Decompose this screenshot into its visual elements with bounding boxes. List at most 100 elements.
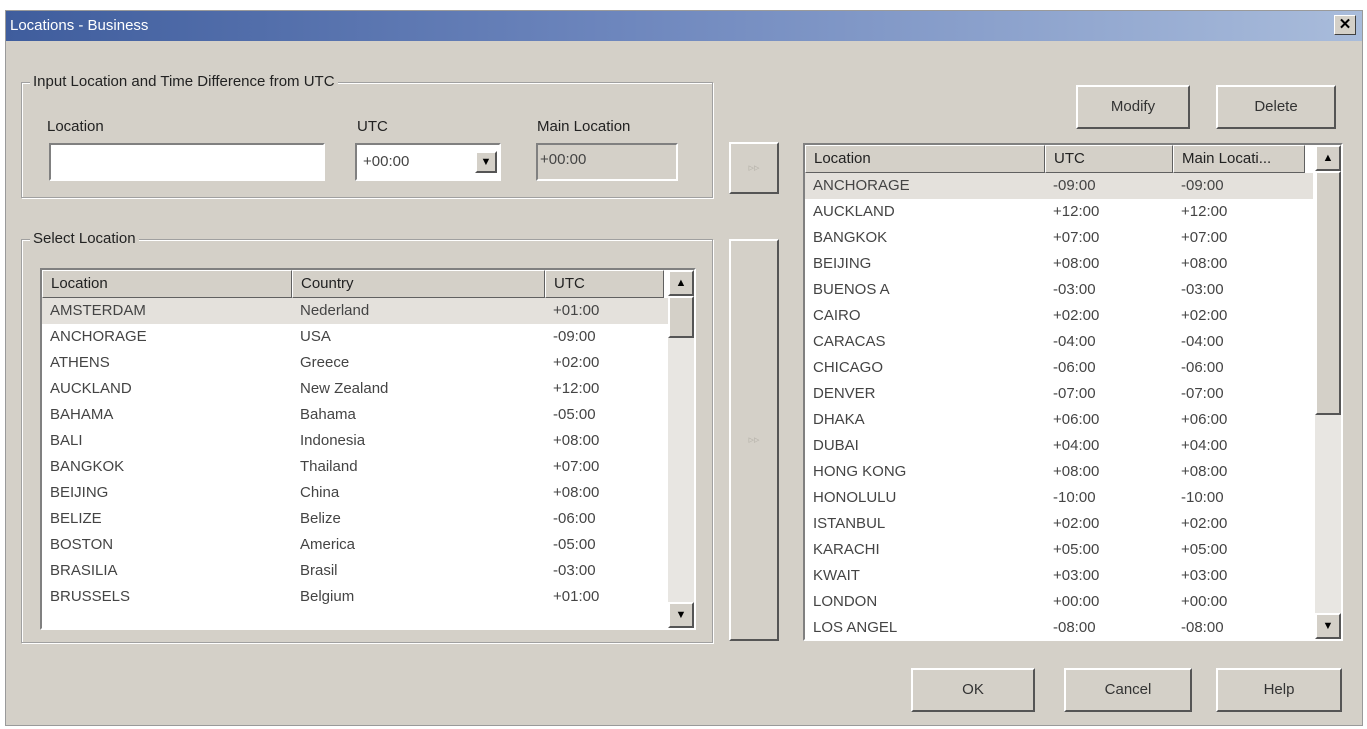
list-item[interactable]: BRASILIA Brasil -03:00	[42, 558, 669, 584]
cell-country: China	[300, 484, 340, 501]
list-item[interactable]: BEIJING +08:00 +08:00	[805, 251, 1313, 277]
list-item[interactable]: KARACHI +05:00 +05:00	[805, 537, 1313, 563]
ok-button[interactable]: OK	[911, 668, 1035, 712]
column-header-location[interactable]: Location	[42, 270, 292, 298]
column-header-utc[interactable]: UTC	[545, 270, 664, 298]
cell-location: ISTANBUL	[813, 515, 886, 532]
list-item[interactable]: BUENOS A -03:00 -03:00	[805, 277, 1313, 303]
cell-location: KARACHI	[813, 541, 880, 558]
cancel-button[interactable]: Cancel	[1064, 668, 1192, 712]
cell-main: +00:00	[1181, 593, 1228, 610]
list-item[interactable]: ANCHORAGE -09:00 -09:00	[805, 173, 1313, 199]
list-item[interactable]: DENVER -07:00 -07:00	[805, 381, 1313, 407]
list-item[interactable]: BOSTON America -05:00	[42, 532, 669, 558]
arrow-up-icon[interactable]: ▲	[1315, 145, 1341, 171]
cell-main: +07:00	[1181, 229, 1228, 246]
chevron-down-icon[interactable]: ▼	[475, 151, 497, 173]
cell-country: Nederland	[300, 302, 370, 319]
list-item[interactable]: HONOLULU -10:00 -10:00	[805, 485, 1313, 511]
business-list-scrollbar[interactable]: ▲ ▼	[1315, 145, 1341, 639]
cell-location: LOS ANGEL	[813, 619, 898, 636]
list-item[interactable]: CARACAS -04:00 -04:00	[805, 329, 1313, 355]
cell-location: BEIJING	[50, 484, 109, 501]
cell-location: AMSTERDAM	[50, 302, 146, 319]
add-selected-button[interactable]: ▹▹	[729, 239, 779, 641]
cell-utc: -03:00	[1053, 281, 1096, 298]
select-list-scrollbar[interactable]: ▲ ▼	[668, 270, 694, 628]
cell-location: KWAIT	[813, 567, 860, 584]
cell-main: +02:00	[1181, 307, 1228, 324]
cell-country: USA	[300, 328, 331, 345]
arrow-up-icon[interactable]: ▲	[668, 270, 694, 296]
list-item[interactable]: CAIRO +02:00 +02:00	[805, 303, 1313, 329]
cell-utc: +00:00	[1053, 593, 1100, 610]
cell-utc: +04:00	[1053, 437, 1100, 454]
business-locations-list[interactable]: Location UTC Main Locati... ANCHORAGE -09…	[803, 143, 1343, 641]
select-location-group: Select Location Location Country UTC AMS…	[21, 230, 713, 643]
cell-location: LONDON	[813, 593, 878, 610]
column-header-country[interactable]: Country	[292, 270, 545, 298]
title-bar[interactable]: Locations - Business ✕	[6, 11, 1362, 41]
cell-utc: +12:00	[553, 380, 600, 397]
cell-location: BEIJING	[813, 255, 872, 272]
cell-country: New Zealand	[300, 380, 389, 397]
list-item[interactable]: KWAIT +03:00 +03:00	[805, 563, 1313, 589]
list-item[interactable]: BANGKOK +07:00 +07:00	[805, 225, 1313, 251]
cell-utc: -09:00	[1053, 177, 1096, 194]
cell-utc: +12:00	[1053, 203, 1100, 220]
list-item[interactable]: HONG KONG +08:00 +08:00	[805, 459, 1313, 485]
main-location-field: +00:00	[536, 143, 678, 181]
delete-button[interactable]: Delete	[1216, 85, 1336, 129]
select-location-list[interactable]: Location Country UTC AMSTERDAM Nederland +…	[40, 268, 696, 630]
main-location-label: Main Location	[537, 118, 631, 135]
modify-button[interactable]: Modify	[1076, 85, 1190, 129]
cell-main: +08:00	[1181, 463, 1228, 480]
list-item[interactable]: BRUSSELS Belgium +01:00	[42, 584, 669, 610]
cell-location: CARACAS	[813, 333, 886, 350]
select-list-header: Location Country UTC	[42, 270, 664, 298]
column-header-location[interactable]: Location	[805, 145, 1045, 173]
list-item[interactable]: ATHENS Greece +02:00	[42, 350, 669, 376]
list-item[interactable]: BALI Indonesia +08:00	[42, 428, 669, 454]
cell-main: -08:00	[1181, 619, 1224, 636]
scrollbar-thumb[interactable]	[668, 296, 694, 338]
list-item[interactable]: AUCKLAND New Zealand +12:00	[42, 376, 669, 402]
cell-main: +02:00	[1181, 515, 1228, 532]
list-item[interactable]: DUBAI +04:00 +04:00	[805, 433, 1313, 459]
scrollbar-thumb[interactable]	[1315, 171, 1341, 415]
cell-location: DHAKA	[813, 411, 865, 428]
cell-utc: +07:00	[553, 458, 600, 475]
cell-utc: +07:00	[1053, 229, 1100, 246]
location-label: Location	[47, 118, 104, 135]
list-item[interactable]: AMSTERDAM Nederland +01:00	[42, 298, 669, 324]
add-location-button[interactable]: ▹▹	[729, 142, 779, 194]
list-item[interactable]: CHICAGO -06:00 -06:00	[805, 355, 1313, 381]
arrow-down-icon[interactable]: ▼	[1315, 613, 1341, 639]
list-item[interactable]: BEIJING China +08:00	[42, 480, 669, 506]
cell-location: BOSTON	[50, 536, 114, 553]
select-list-rows: AMSTERDAM Nederland +01:00 ANCHORAGE USA -09:…	[42, 298, 669, 610]
utc-select[interactable]: +00:00 ▼	[355, 143, 501, 181]
close-icon[interactable]: ✕	[1334, 15, 1356, 35]
help-button[interactable]: Help	[1216, 668, 1342, 712]
cell-location: DUBAI	[813, 437, 859, 454]
location-input[interactable]	[49, 143, 325, 181]
list-item[interactable]: BELIZE Belize -06:00	[42, 506, 669, 532]
cell-main: +12:00	[1181, 203, 1228, 220]
cell-utc: +02:00	[1053, 307, 1100, 324]
cell-location: DENVER	[813, 385, 876, 402]
list-item[interactable]: AUCKLAND +12:00 +12:00	[805, 199, 1313, 225]
list-item[interactable]: ISTANBUL +02:00 +02:00	[805, 511, 1313, 537]
cell-main: +08:00	[1181, 255, 1228, 272]
list-item[interactable]: DHAKA +06:00 +06:00	[805, 407, 1313, 433]
cell-main: +03:00	[1181, 567, 1228, 584]
list-item[interactable]: LONDON +00:00 +00:00	[805, 589, 1313, 615]
column-header-utc[interactable]: UTC	[1045, 145, 1173, 173]
list-item[interactable]: ANCHORAGE USA -09:00	[42, 324, 669, 350]
cell-location: ANCHORAGE	[50, 328, 147, 345]
list-item[interactable]: LOS ANGEL -08:00 -08:00	[805, 615, 1313, 639]
list-item[interactable]: BANGKOK Thailand +07:00	[42, 454, 669, 480]
column-header-main-location[interactable]: Main Locati...	[1173, 145, 1305, 173]
arrow-down-icon[interactable]: ▼	[668, 602, 694, 628]
list-item[interactable]: BAHAMA Bahama -05:00	[42, 402, 669, 428]
